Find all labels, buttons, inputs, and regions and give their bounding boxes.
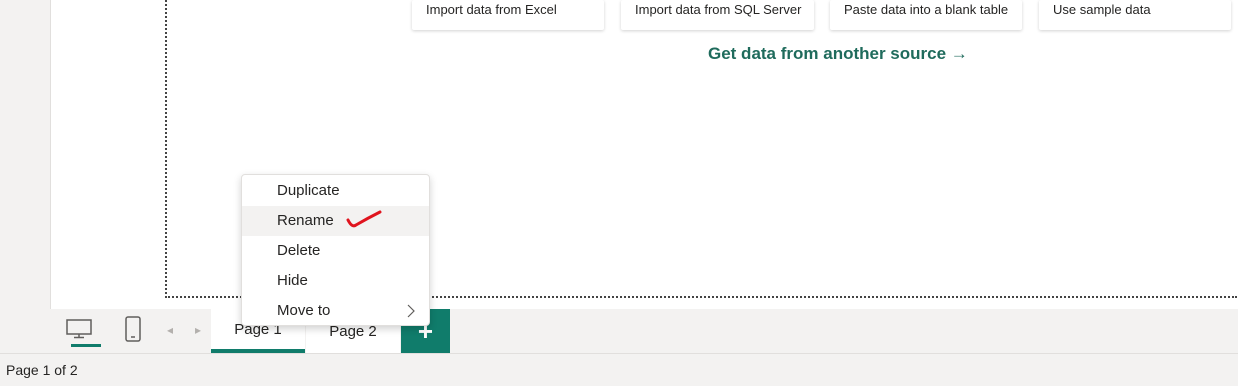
menu-item-hide[interactable]: Hide [242,266,429,296]
annotation-checkmark-icon [346,210,382,235]
menu-item-hide-label: Hide [277,272,308,289]
desktop-view-icon [66,318,92,344]
menu-item-rename[interactable]: Rename [242,206,429,236]
menu-item-delete[interactable]: Delete [242,236,429,266]
import-excel-label: Import data from Excel [426,2,557,17]
desktop-view-button[interactable] [59,309,101,353]
menu-item-move-to[interactable]: Move to [242,296,429,326]
page-tab-bar: ◂ ▸ Page 1 Page 2 + [51,309,1238,353]
menu-item-delete-label: Delete [277,242,321,259]
status-bar: Page 1 of 2 [0,353,1238,381]
page-indicator: Page 1 of 2 [6,362,78,378]
left-rail [0,0,51,309]
mobile-view-button[interactable] [113,309,153,353]
menu-item-duplicate[interactable]: Duplicate [242,176,429,206]
page-context-menu: Duplicate Rename Delete Hide Move to [241,174,430,326]
get-data-another-source-link[interactable]: Get data from another source → [708,44,968,64]
next-page-arrow-icon[interactable]: ▸ [195,323,201,337]
import-excel-card[interactable]: Import data from Excel [412,0,604,30]
import-sql-server-label: Import data from SQL Server [635,2,802,17]
sample-data-card[interactable]: Use sample data [1039,0,1231,30]
import-sql-server-card[interactable]: Import data from SQL Server [621,0,814,30]
menu-item-move-to-label: Move to [277,302,331,319]
paste-data-card[interactable]: Paste data into a blank table [830,0,1022,30]
mobile-view-icon [125,315,141,347]
sample-data-label: Use sample data [1053,2,1151,17]
previous-page-arrow-icon[interactable]: ◂ [167,323,173,337]
menu-item-rename-label: Rename [277,212,334,229]
chevron-right-icon [407,296,415,329]
menu-item-duplicate-label: Duplicate [277,182,340,199]
paste-data-label: Paste data into a blank table [844,2,1009,17]
